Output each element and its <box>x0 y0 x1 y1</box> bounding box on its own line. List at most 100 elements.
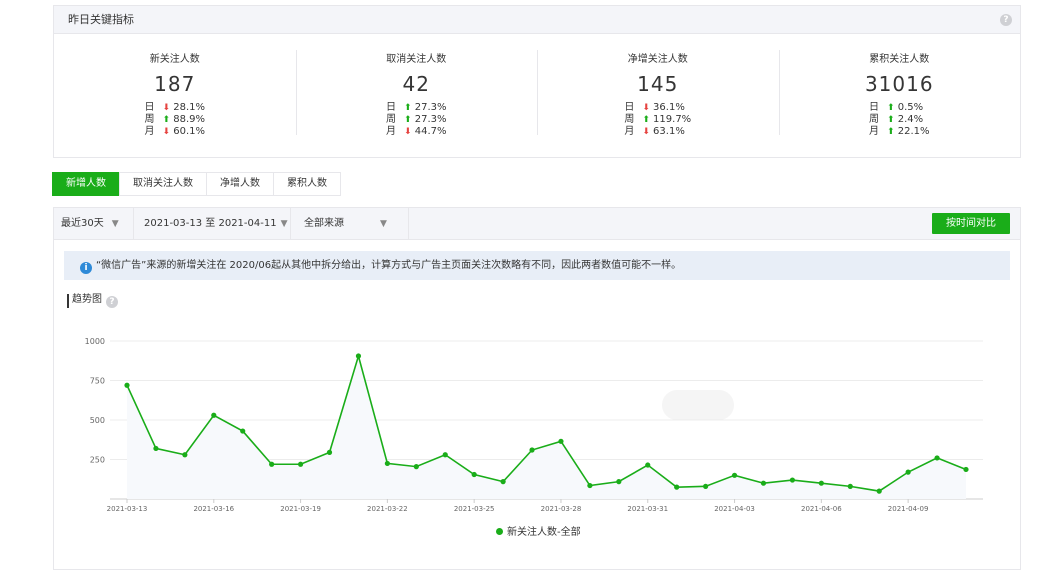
kpi-change-row: 周 ⬆ 2.4% <box>869 114 930 126</box>
metric-tab[interactable]: 净增人数 <box>206 172 274 196</box>
kpi-card: 取消关注人数 42 日 ⬆ 27.3% 周 ⬆ 27.3% 月 ⬇ 44.7% <box>295 34 538 159</box>
chart-legend[interactable]: 新关注人数-全部 <box>496 523 581 538</box>
key-metrics-title: 昨日关键指标 <box>68 13 134 26</box>
arrow-up-icon: ⬆ <box>403 103 412 113</box>
period-label: 日 <box>144 102 155 113</box>
x-tick-label: 2021-03-22 <box>367 505 408 513</box>
data-point <box>442 452 448 458</box>
y-tick-label: 250 <box>90 456 105 465</box>
x-tick-label: 2021-04-06 <box>801 505 842 513</box>
y-tick-label: 750 <box>90 377 105 386</box>
data-point <box>905 469 911 475</box>
kpi-change-row: 月 ⬇ 60.1% <box>144 126 205 138</box>
data-point <box>500 479 506 485</box>
data-point <box>240 428 246 434</box>
kpi-row: 新关注人数 187 日 ⬇ 28.1% 周 ⬆ 88.9% 月 ⬇ 60.1% 取消关注人数 42… <box>54 34 1020 159</box>
kpi-changes: 日 ⬆ 0.5% 周 ⬆ 2.4% 月 ⬆ 22.1% <box>869 102 930 138</box>
x-tick-label: 2021-03-28 <box>541 505 582 513</box>
kpi-value: 187 <box>154 72 196 96</box>
change-percent: 28.1% <box>173 102 205 113</box>
metric-tab[interactable]: 新增人数 <box>52 172 120 196</box>
series-area <box>127 356 966 499</box>
arrow-down-icon: ⬇ <box>642 103 650 113</box>
change-percent: 36.1% <box>653 102 685 113</box>
data-point <box>529 447 535 453</box>
period-label: 周 <box>868 114 879 125</box>
kpi-label: 累积关注人数 <box>869 54 930 65</box>
data-point <box>876 488 882 494</box>
x-tick-label: 2021-03-19 <box>280 505 321 513</box>
kpi-label: 新关注人数 <box>149 54 200 65</box>
change-percent: 63.1% <box>653 126 685 137</box>
period-label: 日 <box>385 102 396 113</box>
x-tick-label: 2021-04-03 <box>714 505 755 513</box>
period-label: 周 <box>144 114 155 125</box>
arrow-down-icon: ⬇ <box>162 127 171 137</box>
kpi-change-row: 周 ⬆ 88.9% <box>144 114 205 126</box>
period-label: 周 <box>385 114 396 125</box>
change-percent: 0.5% <box>897 102 924 113</box>
kpi-card: 净增关注人数 145 日 ⬇ 36.1% 周 ⬆ 119.7% 月 ⬇ 63.1% <box>537 34 779 159</box>
trend-chart: 250 500 750 1000 2021-03-13 2021-03-16 2021-03… <box>85 337 983 513</box>
key-metrics-header: 昨日关键指标 ? <box>54 6 1020 34</box>
kpi-value: 42 <box>402 72 430 96</box>
data-point <box>211 412 217 418</box>
data-point <box>760 480 767 486</box>
arrow-down-icon: ⬇ <box>162 103 171 113</box>
arrow-down-icon: ⬇ <box>642 127 650 137</box>
change-percent: 44.7% <box>414 126 447 137</box>
data-point <box>269 461 275 467</box>
period-label: 月 <box>868 126 879 137</box>
kpi-change-row: 日 ⬇ 28.1% <box>144 102 205 114</box>
kpi-change-row: 月 ⬇ 44.7% <box>386 126 447 138</box>
kpi-card: 累积关注人数 31016 日 ⬆ 0.5% 周 ⬆ 2.4% 月 ⬆ 22.1% <box>778 34 1021 159</box>
arrow-up-icon: ⬆ <box>403 115 412 125</box>
data-point <box>789 477 796 483</box>
data-point <box>297 461 304 467</box>
data-point <box>355 353 362 359</box>
kpi-label: 取消关注人数 <box>386 54 447 65</box>
kpi-change-row: 月 ⬇ 63.1% <box>624 126 691 138</box>
data-point <box>326 449 333 455</box>
trend-section: 最近30天 ▼ 2021-03-13 至 2021-04-11 ▼ 全部来源 ▼ 按时… <box>53 207 1021 570</box>
kpi-value: 31016 <box>864 72 934 96</box>
kpi-changes: 日 ⬇ 36.1% 周 ⬆ 119.7% 月 ⬇ 63.1% <box>624 102 691 138</box>
data-point <box>731 472 738 478</box>
arrow-up-icon: ⬆ <box>886 115 895 125</box>
period-label: 月 <box>385 126 396 137</box>
data-point <box>587 482 593 489</box>
x-tick-label: 2021-03-25 <box>454 505 495 513</box>
kpi-change-row: 周 ⬆ 119.7% <box>624 114 691 126</box>
kpi-change-row: 月 ⬆ 22.1% <box>869 126 930 138</box>
period-label: 周 <box>624 114 635 125</box>
data-point <box>616 479 622 485</box>
arrow-up-icon: ⬆ <box>162 115 171 125</box>
period-label: 日 <box>868 102 879 113</box>
arrow-up-icon: ⬆ <box>642 115 650 125</box>
data-point <box>124 382 130 388</box>
x-tick-label: 2021-03-13 <box>107 505 148 513</box>
help-icon[interactable]: ? <box>1000 14 1012 26</box>
data-point <box>963 466 969 473</box>
data-point <box>934 455 940 461</box>
change-percent: 22.1% <box>897 126 930 137</box>
arrow-up-icon: ⬆ <box>886 127 895 137</box>
kpi-changes: 日 ⬆ 27.3% 周 ⬆ 27.3% 月 ⬇ 44.7% <box>386 102 447 138</box>
data-point <box>558 438 564 444</box>
data-point <box>471 471 477 478</box>
metric-tab[interactable]: 累积人数 <box>273 172 341 196</box>
arrow-up-icon: ⬆ <box>886 103 895 113</box>
kpi-change-row: 周 ⬆ 27.3% <box>386 114 447 126</box>
kpi-change-row: 日 ⬆ 0.5% <box>869 102 930 114</box>
metric-tabs: 新增人数 取消关注人数 净增人数 累积人数 <box>52 172 341 196</box>
change-percent: 27.3% <box>414 114 447 125</box>
kpi-value: 145 <box>637 72 679 96</box>
key-metrics-panel: 昨日关键指标 ? 新关注人数 187 日 ⬇ 28.1% 周 ⬆ 88.9% 月 ⬇ 60.1… <box>53 5 1021 158</box>
data-point <box>153 445 159 452</box>
legend-marker <box>496 528 503 535</box>
x-tick-label: 2021-03-31 <box>627 505 668 513</box>
metric-tab[interactable]: 取消关注人数 <box>119 172 207 196</box>
change-percent: 27.3% <box>414 102 447 113</box>
kpi-changes: 日 ⬇ 28.1% 周 ⬆ 88.9% 月 ⬇ 60.1% <box>144 102 205 138</box>
data-point <box>413 464 419 470</box>
